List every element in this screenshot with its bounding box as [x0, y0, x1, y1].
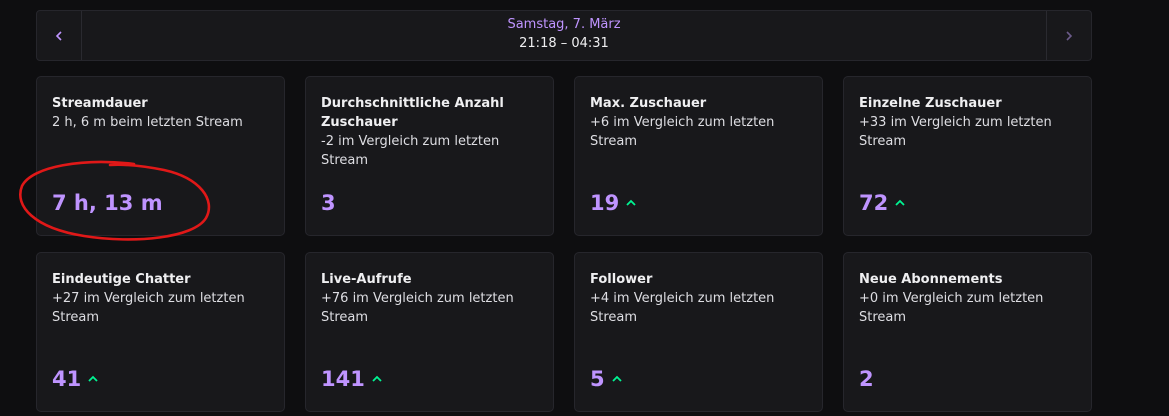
stream-date-display: Samstag, 7. März 21:18 – 04:31 [81, 16, 1047, 54]
stat-card-comparison: +27 im Vergleich zum letzten Stream [52, 291, 245, 325]
stat-card-live-views: Live-Aufrufe +76 im Vergleich zum letzte… [305, 252, 554, 412]
stat-card-value: 19 [590, 190, 637, 216]
stat-value-text: 2 [859, 367, 874, 391]
trend-up-icon [372, 375, 382, 382]
stat-card-title: Follower [590, 272, 653, 287]
stat-card-comparison: +33 im Vergleich zum letzten Stream [859, 115, 1052, 149]
stat-card-average-viewers: Durchschnittliche Anzahl Zuschauer -2 im… [305, 76, 554, 236]
stat-value-text: 7 h, 13 m [52, 191, 163, 215]
stat-card-comparison: +4 im Vergleich zum letzten Stream [590, 291, 775, 325]
stat-card-comparison: +76 im Vergleich zum letzten Stream [321, 291, 514, 325]
stat-card-stream-duration: Streamdauer 2 h, 6 m beim letzten Stream… [36, 76, 285, 236]
trend-up-icon [626, 199, 636, 206]
trend-up-icon [611, 375, 622, 382]
stream-summary-page: Samstag, 7. März 21:18 – 04:31 Streamdau… [0, 0, 1169, 416]
stat-card-title: Live-Aufrufe [321, 272, 412, 287]
stat-card-value: 2 [859, 366, 874, 392]
trend-up-icon [88, 375, 98, 382]
stat-card-value: 7 h, 13 m [52, 190, 163, 216]
stat-card-value: 3 [321, 190, 336, 216]
stat-card-value: 141 [321, 366, 383, 392]
stat-value-text: 41 [52, 367, 82, 391]
stat-card-value: 5 [590, 366, 623, 392]
stream-time-range: 21:18 – 04:31 [519, 36, 609, 51]
stat-value-text: 141 [321, 367, 365, 391]
stat-card-followers: Follower +4 im Vergleich zum letzten Str… [574, 252, 823, 412]
stat-card-value: 41 [52, 366, 99, 392]
stat-card-title: Einzelne Zuschauer [859, 96, 1002, 111]
stat-card-max-viewers: Max. Zuschauer +6 im Vergleich zum letzt… [574, 76, 823, 236]
stat-value-text: 19 [590, 191, 620, 215]
stat-card-unique-viewers: Einzelne Zuschauer +33 im Vergleich zum … [843, 76, 1092, 236]
chevron-left-icon [55, 30, 62, 41]
stat-card-title: Eindeutige Chatter [52, 272, 191, 287]
trend-up-icon [895, 199, 905, 206]
stat-card-title: Max. Zuschauer [590, 96, 707, 111]
previous-stream-button[interactable] [37, 11, 82, 60]
stat-card-comparison: +0 im Vergleich zum letzten Stream [859, 291, 1044, 325]
stat-card-comparison: 2 h, 6 m beim letzten Stream [52, 115, 243, 130]
next-stream-button[interactable] [1046, 11, 1091, 60]
stat-card-title: Durchschnittliche Anzahl Zuschauer [321, 96, 504, 130]
stat-card-comparison: +6 im Vergleich zum letzten Stream [590, 115, 775, 149]
stat-value-text: 72 [859, 191, 889, 215]
stat-card-comparison: -2 im Vergleich zum letzten Stream [321, 134, 500, 168]
stream-day: Samstag, 7. März [507, 17, 621, 32]
stat-value-text: 5 [590, 367, 605, 391]
stat-card-title: Streamdauer [52, 96, 148, 111]
stat-card-title: Neue Abonnements [859, 272, 1003, 287]
stat-card-unique-chatters: Eindeutige Chatter +27 im Vergleich zum … [36, 252, 285, 412]
stat-card-value: 72 [859, 190, 906, 216]
stat-card-new-subscriptions: Neue Abonnements +0 im Vergleich zum let… [843, 252, 1092, 412]
date-navigation-bar: Samstag, 7. März 21:18 – 04:31 [36, 10, 1092, 61]
stat-value-text: 3 [321, 191, 336, 215]
chevron-right-icon [1066, 30, 1073, 41]
